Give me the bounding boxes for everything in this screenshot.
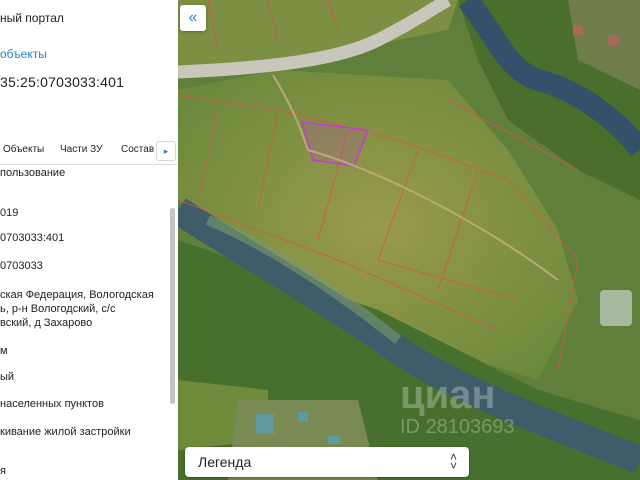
field-address-line-3: вский, д Захарово <box>0 317 93 329</box>
field-usage: пользование <box>0 167 66 179</box>
portal-title: ный портал <box>0 11 64 25</box>
field-category: населенных пунктов <box>0 398 104 410</box>
field-last: я <box>0 465 6 477</box>
field-cadastral-number: 0703033:401 <box>0 232 65 244</box>
double-chevron-left-icon: « <box>188 9 198 26</box>
watermark-logo: циан <box>400 373 496 417</box>
panel-scrollbar[interactable] <box>170 208 175 404</box>
tab-parts[interactable]: Части ЗУ <box>60 144 102 155</box>
field-status: ый <box>0 371 15 383</box>
field-address-line-2: ь, р-н Вологодский, с/с <box>0 303 116 315</box>
field-year: 019 <box>0 207 19 219</box>
tab-objects[interactable]: Объекты <box>3 144 44 155</box>
info-panel: ный портал объекты 35:25:0703033:401 Объ… <box>0 0 178 480</box>
chevron-up-down-icon: ˄ ˅ <box>449 450 457 473</box>
legend-label: Легенда <box>198 454 252 470</box>
field-permitted-use: кивание жилой застройки <box>0 426 131 438</box>
cadastral-number: 35:25:0703033:401 <box>0 74 125 90</box>
chevron-right-icon[interactable]: ▸ <box>156 141 176 161</box>
field-address-line-1: ская Федерация, Вологодская <box>0 289 154 301</box>
objects-link[interactable]: объекты <box>0 47 47 61</box>
watermark-id: ID 28103693 <box>400 416 515 438</box>
field-area: м <box>0 345 8 357</box>
field-quarter: 0703033 <box>0 260 43 272</box>
tab-composition[interactable]: Состав <box>121 144 154 155</box>
tabs-bar: Объекты Части ЗУ Состав ▸ <box>0 138 178 165</box>
legend-dropdown[interactable]: Легенда ˄ ˅ <box>185 447 469 477</box>
collapse-panel-button[interactable]: « <box>180 5 206 31</box>
